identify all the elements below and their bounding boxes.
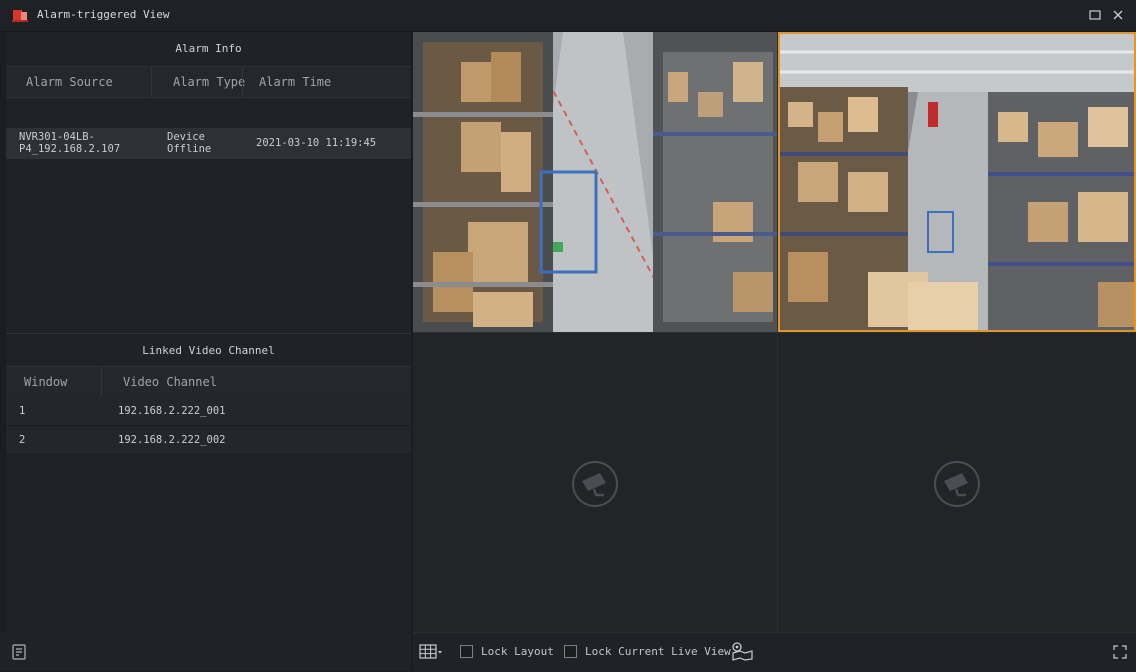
report-icon[interactable] [12, 644, 26, 660]
lock-layout-checkbox[interactable]: Lock Layout [460, 645, 554, 658]
alarm-panel: Alarm Info Alarm Source Alarm Type Alarm… [6, 32, 411, 632]
alarm-info-header: Alarm Info [6, 32, 411, 66]
video-tile-4[interactable] [778, 333, 1136, 632]
warehouse-video-feed [778, 32, 1136, 332]
channel-row[interactable]: 1 192.168.2.222_001 [6, 397, 411, 426]
video-toolbar: Lock Layout Lock Current Live View [413, 632, 1136, 672]
left-footer [0, 632, 411, 671]
alarm-source-line1: NVR301-04LB- [19, 131, 95, 143]
maximize-button[interactable] [1085, 5, 1105, 25]
lock-live-view-checkbox[interactable]: Lock Current Live View [564, 645, 731, 658]
col-window[interactable]: Window [24, 367, 67, 397]
lock-layout-box[interactable] [460, 645, 473, 658]
col-alarm-source[interactable]: Alarm Source [26, 67, 113, 97]
fullscreen-button[interactable] [1113, 645, 1127, 659]
video-tile-3[interactable] [413, 333, 777, 632]
close-icon [1113, 10, 1123, 20]
channel-table-header: Window Video Channel [6, 366, 411, 398]
channel-window: 2 [19, 434, 26, 446]
alarm-time: 2021-03-10 11:19:45 [256, 137, 377, 149]
lock-live-view-label: Lock Current Live View [585, 645, 731, 658]
video-tile-1[interactable] [413, 32, 777, 332]
linked-channel-header: Linked Video Channel [6, 334, 411, 368]
close-button[interactable] [1108, 5, 1128, 25]
map-button[interactable] [730, 641, 754, 661]
fullscreen-icon [1113, 645, 1127, 659]
warehouse-video-feed [413, 32, 777, 332]
alarm-siren-icon [12, 10, 28, 22]
alarm-source-line2: P4_192.168.2.107 [19, 143, 121, 155]
layout-grid-icon [419, 644, 442, 659]
channel-name: 192.168.2.222_001 [118, 405, 226, 417]
camera-placeholder-icon [572, 461, 618, 507]
video-tile-2[interactable] [778, 32, 1136, 332]
channel-window: 1 [19, 405, 26, 417]
window-title: Alarm-triggered View [37, 8, 170, 21]
maximize-icon [1089, 10, 1101, 20]
col-alarm-type[interactable]: Alarm Type [173, 67, 245, 97]
alarm-table-header: Alarm Source Alarm Type Alarm Time [6, 66, 411, 98]
alarm-row[interactable]: NVR301-04LB- P4_192.168.2.107 Device Off… [6, 128, 411, 159]
alarm-type-line1: Device [167, 131, 205, 143]
lock-layout-label: Lock Layout [481, 645, 554, 658]
alarm-type-line2: Offline [167, 143, 212, 155]
col-video-channel[interactable]: Video Channel [123, 367, 217, 397]
video-grid [413, 32, 1136, 632]
channel-name: 192.168.2.222_002 [118, 434, 226, 446]
title-bar: Alarm-triggered View [0, 0, 1136, 32]
camera-placeholder-icon [934, 461, 980, 507]
layout-button[interactable] [419, 644, 443, 660]
channel-row[interactable]: 2 192.168.2.222_002 [6, 426, 411, 455]
location-map-icon [732, 642, 753, 661]
lock-live-view-box[interactable] [564, 645, 577, 658]
col-alarm-time[interactable]: Alarm Time [259, 67, 331, 97]
